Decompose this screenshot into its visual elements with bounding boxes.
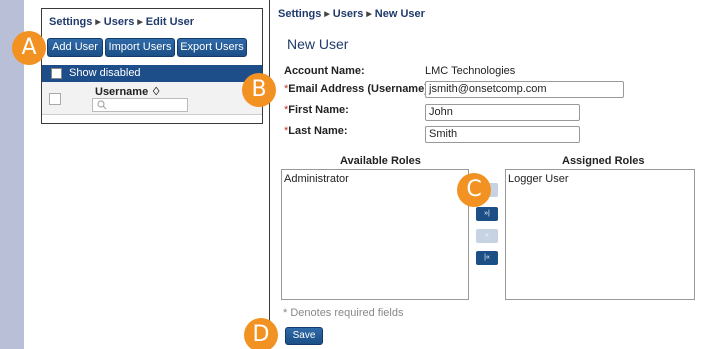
first-name-field[interactable]: John [425, 104, 580, 121]
assigned-roles-title: Assigned Roles [562, 155, 645, 167]
username-filter-input[interactable] [92, 98, 188, 112]
assigned-role-item[interactable]: Logger User [508, 173, 692, 185]
show-disabled-bar: Show disabled [42, 65, 262, 82]
account-name-label: Account Name: [284, 65, 365, 77]
breadcrumb-users[interactable]: Users [104, 16, 135, 28]
available-role-item[interactable]: Administrator [284, 173, 466, 185]
breadcrumb-new-user: New User [374, 8, 425, 20]
username-column-header[interactable]: Username ♢ [95, 85, 161, 98]
first-name-label: *First Name: [284, 104, 349, 116]
save-button[interactable]: Save [285, 327, 323, 345]
breadcrumb-separator-icon: ▶ [324, 11, 330, 18]
breadcrumb-settings[interactable]: Settings [49, 16, 92, 28]
last-name-field[interactable]: Smith [425, 126, 580, 143]
email-label: *Email Address (Username): [284, 83, 432, 95]
available-roles-list[interactable]: Administrator [281, 169, 469, 300]
callout-a-badge: A [12, 31, 46, 65]
show-disabled-checkbox[interactable] [51, 68, 62, 79]
breadcrumb-users[interactable]: Users [333, 8, 364, 20]
breadcrumb: Settings ▶ Users ▶ Edit User [49, 16, 194, 28]
users-grid-header: Username ♢ [42, 82, 262, 115]
screenshot-stage: Settings ▶ Users ▶ Edit User Add User Import… [0, 0, 702, 349]
last-name-label-text: Last Name: [288, 125, 348, 137]
new-user-panel: Settings ▶ Users ▶ New User New User Account… [269, 0, 702, 349]
move-all-right-button[interactable]: »| [476, 207, 498, 221]
callout-d-badge: D [244, 318, 278, 349]
last-name-label: *Last Name: [284, 125, 348, 137]
account-name-value: LMC Technologies [425, 65, 516, 77]
search-icon [97, 100, 107, 110]
email-label-text: Email Address (Username): [288, 83, 432, 95]
callout-c-badge: C [457, 173, 491, 207]
available-roles-title: Available Roles [340, 155, 421, 167]
breadcrumb-separator-icon: ▶ [137, 19, 143, 26]
first-name-label-text: First Name: [288, 104, 349, 116]
breadcrumb-settings[interactable]: Settings [278, 8, 321, 20]
select-all-checkbox[interactable] [49, 93, 61, 105]
add-user-button[interactable]: Add User [47, 38, 103, 57]
show-disabled-label: Show disabled [69, 67, 141, 79]
callout-b-badge: B [242, 73, 276, 107]
export-users-button[interactable]: Export Users [177, 38, 247, 57]
move-left-button[interactable]: « [476, 229, 498, 243]
import-users-button[interactable]: Import Users [105, 38, 175, 57]
required-note: * Denotes required fields [283, 307, 404, 319]
email-field[interactable]: jsmith@onsetcomp.com [425, 81, 624, 98]
assigned-roles-list[interactable]: Logger User [505, 169, 695, 300]
breadcrumb-separator-icon: ▶ [366, 11, 372, 18]
breadcrumb: Settings ▶ Users ▶ New User [278, 8, 425, 20]
page-title: New User [287, 36, 349, 52]
move-all-left-button[interactable]: |« [476, 251, 498, 265]
users-list-panel: Settings ▶ Users ▶ Edit User Add User Import… [41, 8, 263, 124]
breadcrumb-edit-user: Edit User [145, 16, 195, 28]
breadcrumb-separator-icon: ▶ [95, 19, 101, 26]
